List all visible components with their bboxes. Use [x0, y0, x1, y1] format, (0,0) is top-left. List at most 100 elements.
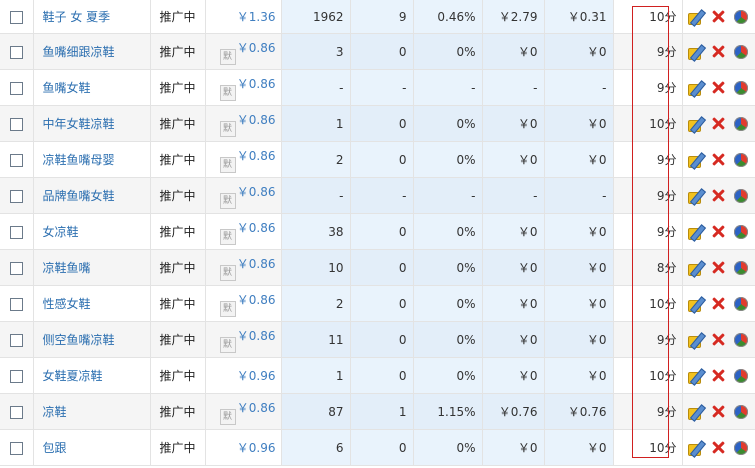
delete-icon[interactable] [712, 369, 725, 382]
row-checkbox[interactable] [9, 261, 23, 275]
delete-icon[interactable] [712, 45, 725, 58]
bid-price[interactable]: ￥0.86 [237, 149, 276, 163]
report-pie-icon[interactable] [734, 296, 749, 311]
cpc-value: ￥0 [586, 369, 607, 383]
ctr-value: 0% [456, 260, 476, 275]
bid-price[interactable]: ￥0.86 [237, 77, 276, 91]
bid-price[interactable]: ￥0.86 [237, 401, 276, 415]
table-row: 凉鞋鱼嘴 推广中默 ￥0.86 10 0 0% ￥0 ￥0 8分 [0, 249, 755, 286]
table-row: 女凉鞋 推广中默 ￥0.86 38 0 0% ￥0 ￥0 9分 [0, 213, 755, 250]
row-checkbox[interactable] [9, 10, 23, 24]
bid-price[interactable]: ￥0.86 [237, 257, 276, 271]
row-checkbox[interactable] [9, 369, 23, 383]
delete-icon[interactable] [712, 81, 725, 94]
keyword-link[interactable]: 包跟 [43, 441, 67, 455]
report-pie-icon[interactable] [734, 80, 749, 95]
keyword-link[interactable]: 中年女鞋凉鞋 [43, 117, 115, 131]
report-pie-icon[interactable] [734, 404, 749, 419]
edit-icon[interactable] [687, 295, 706, 314]
bid-price[interactable]: ￥1.36 [237, 10, 276, 24]
edit-icon[interactable] [687, 259, 706, 278]
keyword-link[interactable]: 侧空鱼嘴凉鞋 [43, 333, 115, 347]
edit-icon[interactable] [687, 223, 706, 242]
delete-icon[interactable] [712, 153, 725, 166]
keyword-link[interactable]: 性感女鞋 [43, 297, 91, 311]
keyword-link[interactable]: 凉鞋鱼嘴 [43, 261, 91, 275]
delete-icon[interactable] [712, 261, 725, 274]
edit-icon[interactable] [687, 187, 706, 206]
status-text-cell: 推广中 [150, 213, 206, 250]
bid-price[interactable]: ￥0.86 [237, 293, 276, 307]
status-text: 推广中 [159, 261, 196, 275]
delete-icon[interactable] [712, 405, 725, 418]
delete-icon[interactable] [712, 297, 725, 310]
report-pie-icon[interactable] [734, 224, 749, 239]
bid-price[interactable]: ￥0.86 [237, 329, 276, 343]
cpc-value-cell: ￥0.31 [544, 0, 614, 34]
edit-icon[interactable] [687, 43, 706, 62]
ctr-value-cell: 0% [413, 429, 483, 466]
cost-value: - [533, 188, 538, 203]
row-checkbox[interactable] [9, 405, 23, 419]
row-checkbox[interactable] [9, 441, 23, 455]
row-actions [682, 105, 755, 142]
row-checkbox[interactable] [9, 81, 23, 95]
row-checkbox[interactable] [9, 189, 23, 203]
row-checkbox[interactable] [9, 297, 23, 311]
status-text: 推广中 [159, 225, 196, 239]
report-pie-icon[interactable] [734, 152, 749, 167]
cpc-value: ￥0 [586, 153, 607, 167]
edit-icon[interactable] [687, 8, 706, 27]
bid-price[interactable]: ￥0.96 [237, 441, 276, 455]
delete-icon[interactable] [712, 441, 725, 454]
report-pie-icon[interactable] [734, 116, 749, 131]
delete-icon[interactable] [712, 10, 725, 23]
cpc-value-cell: ￥0 [544, 105, 614, 142]
delete-icon[interactable] [712, 225, 725, 238]
edit-icon[interactable] [687, 115, 706, 134]
edit-icon[interactable] [687, 367, 706, 386]
keyword-link[interactable]: 鱼嘴女鞋 [43, 81, 91, 95]
edit-icon[interactable] [687, 439, 706, 458]
keyword-link[interactable]: 品牌鱼嘴女鞋 [43, 189, 115, 203]
keyword-link[interactable]: 女鞋夏凉鞋 [43, 369, 103, 383]
edit-icon[interactable] [687, 331, 706, 350]
keyword-link[interactable]: 鱼嘴细跟凉鞋 [43, 45, 115, 59]
report-pie-icon[interactable] [734, 188, 749, 203]
impressions-value-cell: 2 [281, 285, 351, 322]
report-pie-icon[interactable] [734, 260, 749, 275]
row-checkbox[interactable] [9, 117, 23, 131]
report-pie-icon[interactable] [734, 9, 749, 24]
row-checkbox[interactable] [9, 153, 23, 167]
edit-icon[interactable] [687, 403, 706, 422]
bid-price[interactable]: ￥0.86 [237, 113, 276, 127]
report-pie-icon[interactable] [734, 440, 749, 455]
bid-price[interactable]: ￥0.86 [237, 41, 276, 55]
row-checkbox[interactable] [9, 225, 23, 239]
edit-icon[interactable] [687, 151, 706, 170]
delete-icon[interactable] [712, 117, 725, 130]
row-checkbox[interactable] [9, 45, 23, 59]
keyword-link[interactable]: 凉鞋 [43, 405, 67, 419]
delete-icon[interactable] [712, 189, 725, 202]
edit-icon[interactable] [687, 79, 706, 98]
bid-price[interactable]: ￥0.96 [237, 369, 276, 383]
impressions-value: - [339, 80, 344, 95]
impressions-value: 11 [328, 332, 344, 347]
cpc-value: ￥0.76 [567, 405, 607, 419]
bid-price[interactable]: ￥0.86 [237, 185, 276, 199]
keyword-link[interactable]: 鞋子 女 夏季 [43, 10, 111, 24]
keyword-link[interactable]: 女凉鞋 [43, 225, 79, 239]
row-checkbox[interactable] [9, 333, 23, 347]
bid-price[interactable]: ￥0.86 [237, 221, 276, 235]
report-pie-icon[interactable] [734, 332, 749, 347]
bid-price-cell: 默 ￥0.86 [205, 141, 282, 178]
delete-icon[interactable] [712, 333, 725, 346]
report-pie-icon[interactable] [734, 44, 749, 59]
row-actions [682, 177, 755, 214]
report-pie-icon[interactable] [734, 368, 749, 383]
clicks-value: 0 [398, 296, 407, 311]
status-text-cell: 推广中 [150, 357, 206, 394]
keyword-link[interactable]: 凉鞋鱼嘴母婴 [43, 153, 115, 167]
ctr-value-cell: 0% [413, 213, 483, 250]
